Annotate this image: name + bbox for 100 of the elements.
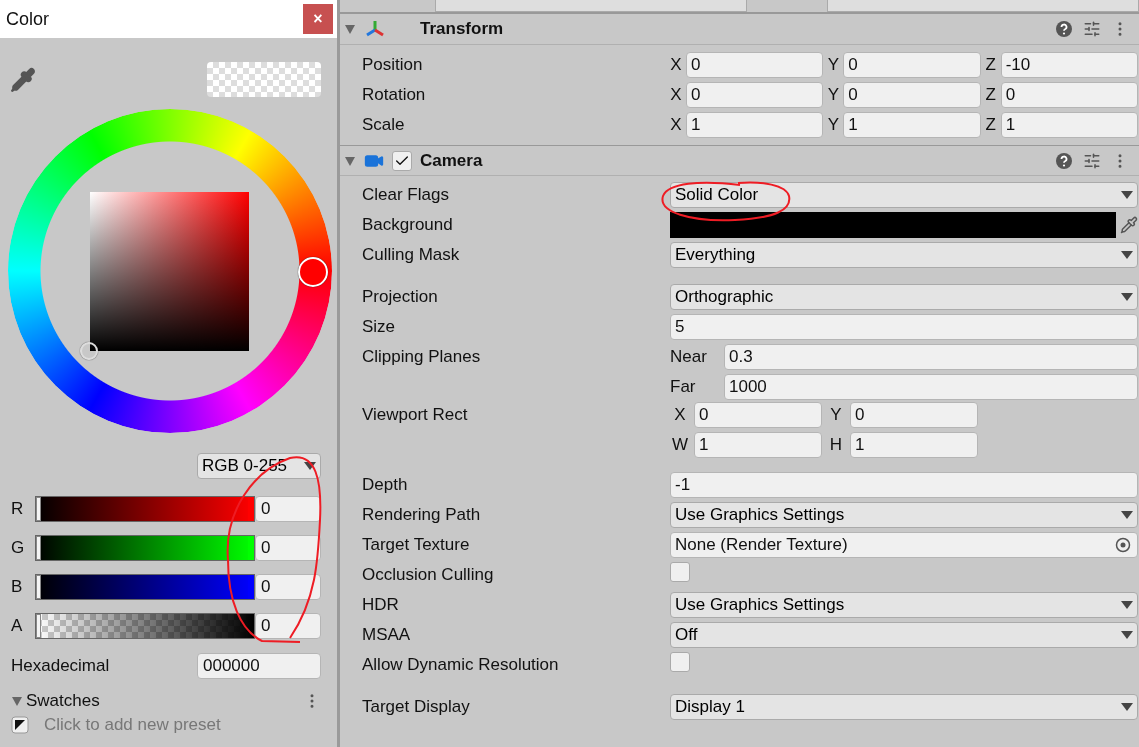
property-label: Occlusion Culling [362,564,495,586]
axis-label: Z [984,115,997,135]
slider-thumb[interactable] [36,574,41,599]
input-field[interactable]: 0 [686,82,824,108]
property-label: Culling Mask [362,244,461,266]
input-field[interactable]: 0 [850,402,978,428]
channel-label: R [11,498,25,519]
property-label: Viewport Rect [362,404,469,426]
slider-thumb[interactable] [36,613,41,638]
input-field[interactable]: 0 [255,495,321,522]
axis-label: X [670,85,682,105]
settings-icon[interactable] [1083,20,1101,38]
eyedropper-icon[interactable] [10,66,36,93]
slider-thumb[interactable] [36,535,41,560]
axis-label: Z [984,85,997,105]
property-label: Clear Flags [362,184,450,206]
field-label: Far [670,377,697,397]
axis-label: Y [829,405,843,425]
input-field[interactable]: 1000 [724,374,1138,400]
component-title: Camera [420,150,483,171]
preset-icon[interactable] [11,716,29,734]
property-label: Scale [362,114,406,136]
checkbox[interactable] [392,150,412,171]
input-field[interactable]: 1 [850,432,978,458]
property-label: HDR [362,594,400,616]
axis-label: X [670,115,682,135]
dropdown[interactable]: Display 1 [670,694,1138,720]
input-field[interactable]: 0 [1000,82,1138,108]
property-label: Allow Dynamic Resolution [362,654,560,676]
dropdown-arrow-icon [1121,703,1133,711]
input-field[interactable]: 1 [843,112,981,138]
dropdown-arrow-icon [1121,293,1133,301]
property-label: Depth [362,474,409,496]
eyedropper-icon[interactable] [1120,216,1138,234]
input-field[interactable]: 0 [255,573,321,600]
dropdown[interactable]: Off [670,622,1138,648]
property-label: Target Display [362,696,471,718]
component-title: Transform [420,19,504,39]
hex-field[interactable]: 000000 [197,653,321,679]
dropdown[interactable]: Orthographic [670,284,1138,310]
input-field[interactable]: 0 [255,534,321,561]
target-icon[interactable] [1115,537,1131,553]
slider-thumb[interactable] [36,496,41,521]
settings-icon[interactable] [1083,151,1101,170]
axis-label: H [828,435,844,455]
property-label: Rotation [362,84,427,106]
object-field[interactable]: None (Render Texture) [670,532,1138,558]
dropdown-arrow-icon [304,462,316,470]
channel-label: G [11,537,26,558]
axis-label: Y [827,55,840,75]
property-label: Rendering Path [362,504,482,526]
axis-label: Y [827,115,840,135]
field-label: Near [670,347,708,367]
input-field[interactable]: 0 [686,52,824,78]
property-label: Clipping Planes [362,346,482,368]
section-title: Swatches [26,691,100,711]
help-icon[interactable] [1055,20,1073,38]
dropdown[interactable]: Use Graphics Settings [670,502,1138,528]
help-icon[interactable] [1055,151,1073,170]
window-title: Color [6,8,49,30]
dropdown[interactable]: Solid Color [670,182,1138,208]
color-field[interactable] [670,212,1116,238]
expand-triangle-icon[interactable] [344,154,356,167]
axis-label: Y [827,85,840,105]
input-field[interactable]: -10 [1000,52,1138,78]
close-button[interactable]: × [303,4,333,34]
dropdown-arrow-icon [1121,601,1133,609]
input-field[interactable]: -1 [670,472,1138,498]
input-field[interactable]: 0 [694,402,822,428]
checkbox[interactable] [670,652,690,672]
axis-label: X [670,55,682,75]
input-field[interactable]: 1 [1000,112,1138,138]
dropdown-arrow-icon [1121,511,1133,519]
dropdown[interactable]: Everything [670,242,1138,268]
channel-label: B [11,576,24,597]
input-field[interactable]: 0 [843,82,981,108]
dropdown[interactable]: Use Graphics Settings [670,592,1138,618]
input-field[interactable]: 0 [255,612,321,639]
input-field[interactable]: 0.3 [724,344,1138,370]
property-label: Background [362,214,454,236]
input-field[interactable]: 5 [670,314,1138,340]
dropdown-arrow-icon [1121,631,1133,639]
axis-label: Z [984,55,997,75]
input-field[interactable]: 1 [686,112,824,138]
property-label: Size [362,316,397,338]
expand-triangle-icon[interactable] [344,23,356,35]
property-label: Target Texture [362,534,471,556]
input-field[interactable]: 1 [694,432,822,458]
dropdown-arrow-icon [1121,251,1133,259]
property-label: MSAA [362,624,412,646]
property-label: Position [362,54,424,76]
axis-label: X [673,405,687,425]
transform-icon [364,19,386,39]
checkbox[interactable] [670,562,690,582]
expand-triangle-icon[interactable] [11,695,23,707]
dropdown-arrow-icon [1121,191,1133,199]
input-field[interactable]: 0 [843,52,981,78]
channel-label: A [11,615,24,636]
property-label: Projection [362,286,439,308]
axis-label: W [670,435,689,455]
